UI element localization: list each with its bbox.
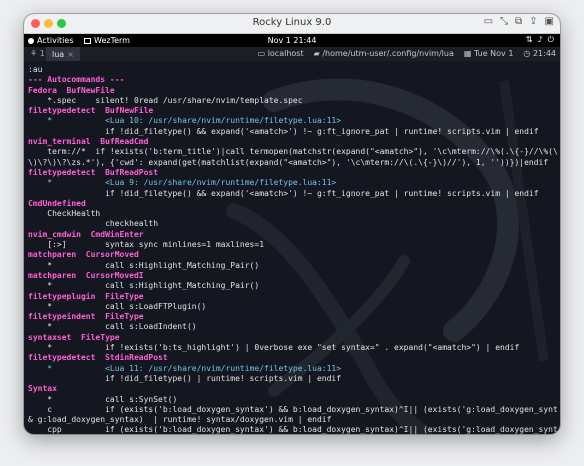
network-icon: ⇅ bbox=[525, 35, 533, 44]
terminal-line: * call s:Highlight_Matching_Pair() bbox=[28, 260, 260, 270]
terminal-line: * call s:Highlight_Matching_Pair() bbox=[28, 281, 260, 291]
terminal-line: *.spec silent! 0read /usr/share/nvim/tem… bbox=[28, 95, 303, 105]
autocmd-group-line: syntaxset FileType bbox=[28, 332, 120, 342]
autocmd-group-line: nvim_terminal BufReadCmd bbox=[28, 137, 149, 147]
terminal-line: cpp if (exists('b:load_doxygen_syntax') … bbox=[28, 425, 558, 434]
tab-label: lua bbox=[52, 49, 65, 59]
terminal-line: * <Lua 9: /usr/share/nvim/runtime/filety… bbox=[28, 178, 337, 188]
autocmd-group-line: --- Autocommands --- bbox=[28, 75, 125, 85]
terminal-line: * call s:LoadFTPlugin() bbox=[28, 301, 207, 311]
terminal-output[interactable]: :au --- Autocommands --- Fedora BufNewFile… bbox=[28, 65, 558, 434]
autocmd-group-line: filetypedetect StdinReadPost bbox=[28, 353, 168, 363]
terminal-line: checkhealth bbox=[28, 219, 159, 229]
terminal-line: if !did_filetype() && expand('<amatch>')… bbox=[28, 188, 539, 198]
window-title: Rocky Linux 9.0 bbox=[252, 17, 332, 28]
autocmd-group-line: Fedora BufNewFile bbox=[28, 85, 115, 95]
autocmd-group-line: Syntax bbox=[28, 384, 57, 394]
monitor-icon: ▭ bbox=[257, 49, 268, 58]
share-icon[interactable]: ⇪ bbox=[529, 16, 537, 27]
autocmd-group-line: filetypeplugin FileType bbox=[28, 291, 144, 301]
terminal-line: * call s:SynSet() bbox=[28, 394, 178, 404]
autocmd-group-line: CmdUndefined bbox=[28, 198, 86, 208]
terminal-line: CheckHealth bbox=[28, 209, 101, 219]
tab-close-icon[interactable]: × bbox=[67, 50, 74, 59]
terminal-line: :au bbox=[28, 65, 43, 74]
status-right: ▭ localhost ▰ /home/utm-user/.config/nvi… bbox=[258, 49, 556, 58]
terminal-line: * if !exists('b:ts_highlight') | 0verbos… bbox=[28, 343, 520, 353]
display-icon[interactable]: ▭ bbox=[484, 16, 493, 27]
terminal-line: c if (exists('b:load_doxygen_syntax') &&… bbox=[28, 404, 558, 414]
macos-titlebar: Rocky Linux 9.0 ▭ ⤡ ⧉ ⇪ ▣ bbox=[24, 14, 560, 34]
terminal-line: [:>] syntax sync minlines=1 maxlines=1 bbox=[28, 240, 265, 250]
autocmd-group-line: nvim_cmdwin CmdWinEnter bbox=[28, 229, 144, 239]
time-status: ◷ 21:44 bbox=[523, 49, 556, 58]
date-status: ▦ Tue Nov 1 bbox=[463, 49, 514, 58]
folder-icon: ▰ bbox=[313, 49, 323, 58]
terminal-line: & g:load_doxygen_syntax) | runtime! synt… bbox=[28, 415, 332, 425]
autocmd-group-line: filetypedetect BufReadPost bbox=[28, 167, 159, 177]
system-tray[interactable]: ⇅ ♪ ⏻ bbox=[526, 35, 554, 45]
window-toolbar: ▭ ⤡ ⧉ ⇪ ▣ bbox=[484, 16, 554, 27]
terminal-line: \)\?\)\?\zs.*'), {'cwd': expand(get(matc… bbox=[28, 157, 549, 167]
autocmd-group-line: filetypeindent FileType bbox=[28, 312, 144, 322]
gnome-top-bar: Activities WezTerm Nov 1 21:44 ⇅ ♪ ⏻ bbox=[24, 34, 560, 47]
terminal-tab-bar: ⚘ 1 lua × ▭ localhost ▰ /home/utm-user/.… bbox=[24, 47, 560, 61]
tab-lua[interactable]: lua × bbox=[46, 47, 80, 61]
terminal-line: * call s:LoadIndent() bbox=[28, 322, 197, 332]
autocmd-group-line: matchparen CursorMoved bbox=[28, 250, 139, 260]
autocmd-group-line: filetypedetect BufNewFile bbox=[28, 106, 154, 116]
terminal-line: * <Lua 10: /usr/share/nvim/runtime/filet… bbox=[28, 116, 342, 126]
tab-lead-indicator: ⚘ 1 bbox=[30, 49, 45, 58]
host-status: ▭ localhost bbox=[257, 49, 304, 58]
power-icon: ⏻ bbox=[547, 35, 554, 44]
copy-icon[interactable]: ⧉ bbox=[515, 16, 522, 27]
terminal-line: * <Lua 11: /usr/share/nvim/runtime/filet… bbox=[28, 363, 342, 373]
arrows-icon[interactable]: ⤡ bbox=[500, 16, 508, 27]
terminal-line: if !did_filetype() && expand('<amatch>')… bbox=[28, 126, 539, 136]
system-clock[interactable]: Nov 1 21:44 bbox=[24, 36, 560, 45]
terminal-line: term://* if !exists('b:term_title')|call… bbox=[28, 147, 558, 157]
wezterm-window: Rocky Linux 9.0 ▭ ⤡ ⧉ ⇪ ▣ Activities Wez… bbox=[24, 14, 560, 434]
clock-icon: ◷ bbox=[523, 49, 533, 58]
autocmd-group-line: matchparen CursorMovedI bbox=[28, 270, 144, 280]
volume-icon: ♪ bbox=[537, 35, 543, 44]
terminal-line: if !did_filetype() | runtime! scripts.vi… bbox=[28, 373, 342, 383]
calendar-icon: ▦ bbox=[463, 49, 474, 58]
path-status: ▰ /home/utm-user/.config/nvim/lua bbox=[313, 49, 454, 58]
window-icon[interactable]: ▣ bbox=[545, 16, 554, 27]
